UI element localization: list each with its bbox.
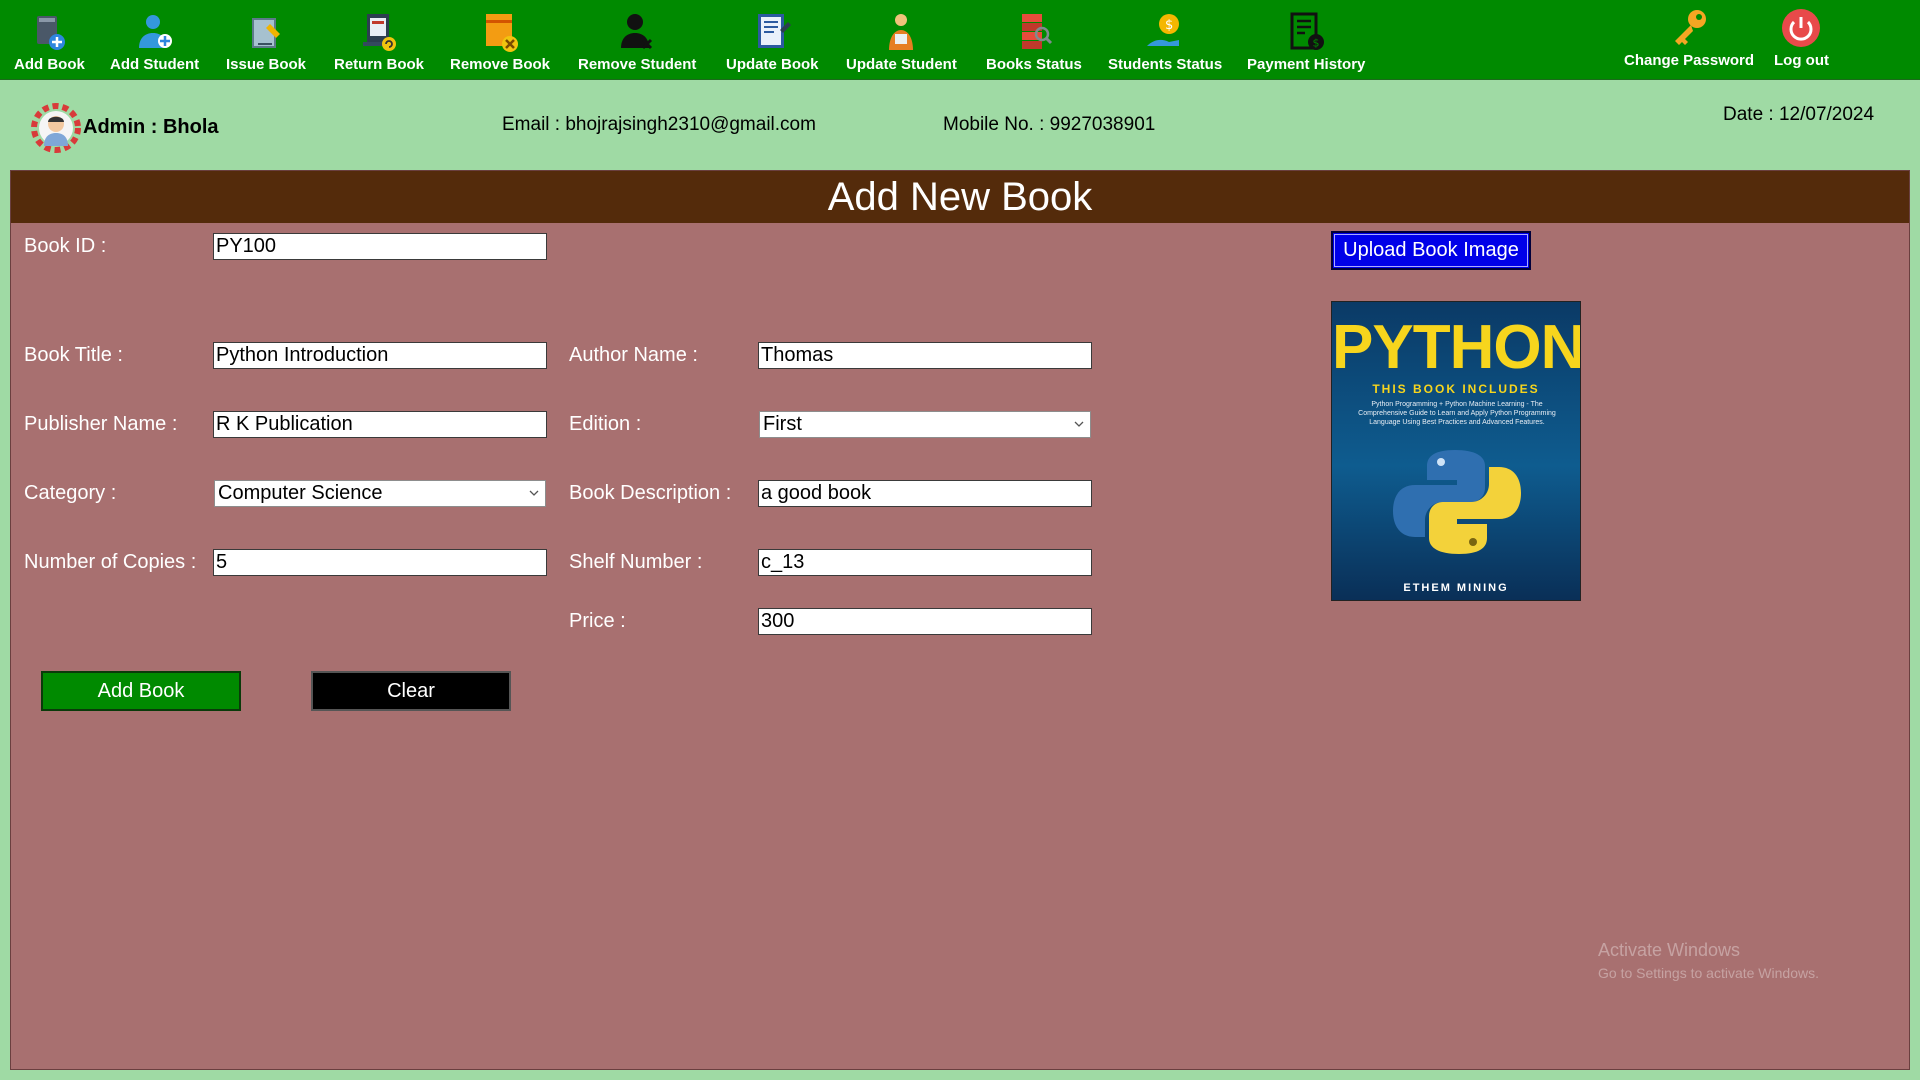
svg-text:$: $: [1165, 18, 1173, 33]
toolbar-label: Remove Student: [578, 56, 697, 73]
toolbar-label: Add Student: [110, 56, 200, 73]
cover-author: ETHEM MINING: [1403, 582, 1509, 594]
clear-button[interactable]: Clear: [311, 671, 511, 711]
update-book-icon: [758, 14, 792, 48]
python-logo-icon: [1393, 450, 1521, 554]
edition-value: First: [763, 413, 802, 435]
book-id-input[interactable]: [213, 233, 547, 260]
students-status-icon: $: [1147, 14, 1180, 46]
toolbar-remove-student-button[interactable]: Remove Student: [578, 10, 696, 76]
chevron-down-icon: [529, 490, 539, 496]
toolbar-add-book-button[interactable]: Add Book: [14, 10, 85, 76]
shelf-number-input[interactable]: [758, 549, 1092, 576]
current-date: Date : 12/07/2024: [1723, 104, 1875, 125]
power-icon: [1782, 9, 1821, 47]
change-password-button[interactable]: Change Password: [1624, 6, 1754, 72]
add-book-panel: Add New Book Book ID : Book Title : Publ…: [10, 170, 1910, 1070]
payment-history-icon: $: [1290, 12, 1325, 50]
book-title-input[interactable]: [213, 342, 547, 369]
key-icon: [1675, 10, 1707, 45]
issue-book-icon: [252, 18, 281, 48]
toolbar-label: Books Status: [986, 56, 1082, 73]
book-description-label: Book Description :: [569, 482, 732, 504]
toolbar-remove-book-button[interactable]: Remove Book: [450, 10, 550, 76]
svg-text:$: $: [1313, 37, 1320, 50]
admin-mobile: Mobile No. : 9927038901: [943, 114, 1156, 135]
admin-name: Admin : Bhola: [83, 116, 219, 138]
page-title: Add New Book: [827, 174, 1093, 219]
remove-student-icon: [621, 14, 653, 50]
copies-input[interactable]: [213, 549, 547, 576]
toolbar-label: Change Password: [1624, 52, 1755, 69]
book-title-label: Book Title :: [24, 344, 123, 366]
book-id-label: Book ID :: [24, 235, 107, 257]
copies-label: Number of Copies :: [24, 551, 197, 573]
toolbar-label: Update Book: [726, 56, 819, 73]
cover-description: Python Programming + Python Machine Lear…: [1358, 401, 1556, 426]
toolbar-label: Log out: [1774, 52, 1829, 69]
category-select[interactable]: Computer Science: [214, 480, 546, 507]
remove-book-icon: [486, 14, 519, 52]
toolbar-payment-history-button[interactable]: $ Payment History: [1247, 10, 1365, 76]
toolbar-label: Issue Book: [226, 56, 307, 73]
toolbar-label: Return Book: [334, 56, 424, 73]
panel-header: Add New Book: [11, 171, 1909, 223]
category-label: Category :: [24, 482, 117, 504]
publisher-name-label: Publisher Name :: [24, 413, 178, 435]
author-name-input[interactable]: [758, 342, 1092, 369]
toolbar-label: Payment History: [1247, 56, 1366, 73]
toolbar-issue-book-button[interactable]: Issue Book: [226, 10, 306, 76]
toolbar-label: Update Student: [846, 56, 957, 73]
update-student-icon: [889, 14, 914, 50]
toolbar-update-book-button[interactable]: Update Book: [726, 10, 819, 76]
shelf-number-label: Shelf Number :: [569, 551, 703, 573]
admin-avatar-icon: [31, 103, 81, 153]
upload-book-image-button[interactable]: Upload Book Image: [1331, 231, 1531, 270]
price-input[interactable]: [758, 608, 1092, 635]
toolbar-update-student-button[interactable]: Update Student: [846, 10, 957, 76]
toolbar-books-status-button[interactable]: Books Status: [986, 10, 1082, 76]
toolbar-label: Add Book: [14, 56, 85, 73]
book-cover-image: PYTHON THIS BOOK INCLUDES Python Program…: [1331, 301, 1581, 601]
toolbar-add-student-button[interactable]: Add Student: [110, 10, 199, 76]
chevron-down-icon: [1074, 421, 1084, 427]
top-toolbar: Add Book Add Student Issue Book Return B…: [0, 0, 1920, 80]
watermark-subtitle: Go to Settings to activate Windows.: [1598, 965, 1819, 981]
edition-select[interactable]: First: [759, 411, 1091, 438]
toolbar-students-status-button[interactable]: $ Students Status: [1108, 10, 1222, 76]
book-description-input[interactable]: [758, 480, 1092, 507]
add-book-icon: [37, 16, 66, 50]
cover-title: PYTHON: [1332, 313, 1581, 382]
windows-activation-watermark: Activate Windows Go to Settings to activ…: [1598, 940, 1819, 981]
watermark-title: Activate Windows: [1598, 940, 1741, 960]
add-book-button[interactable]: Add Book: [41, 671, 241, 711]
category-value: Computer Science: [218, 482, 383, 504]
toolbar-return-book-button[interactable]: Return Book: [334, 10, 424, 76]
toolbar-label: Remove Book: [450, 56, 551, 73]
cover-subtitle: THIS BOOK INCLUDES: [1372, 382, 1540, 396]
publisher-name-input[interactable]: [213, 411, 547, 438]
return-book-icon: [363, 14, 396, 51]
add-student-icon: [138, 15, 172, 48]
logout-button[interactable]: Log out: [1774, 6, 1829, 72]
books-status-icon: [1021, 14, 1052, 49]
toolbar-label: Students Status: [1108, 56, 1223, 73]
price-label: Price :: [569, 610, 626, 632]
admin-email: Email : bhojrajsingh2310@gmail.com: [502, 114, 816, 135]
edition-label: Edition :: [569, 413, 642, 435]
author-name-label: Author Name :: [569, 344, 698, 366]
